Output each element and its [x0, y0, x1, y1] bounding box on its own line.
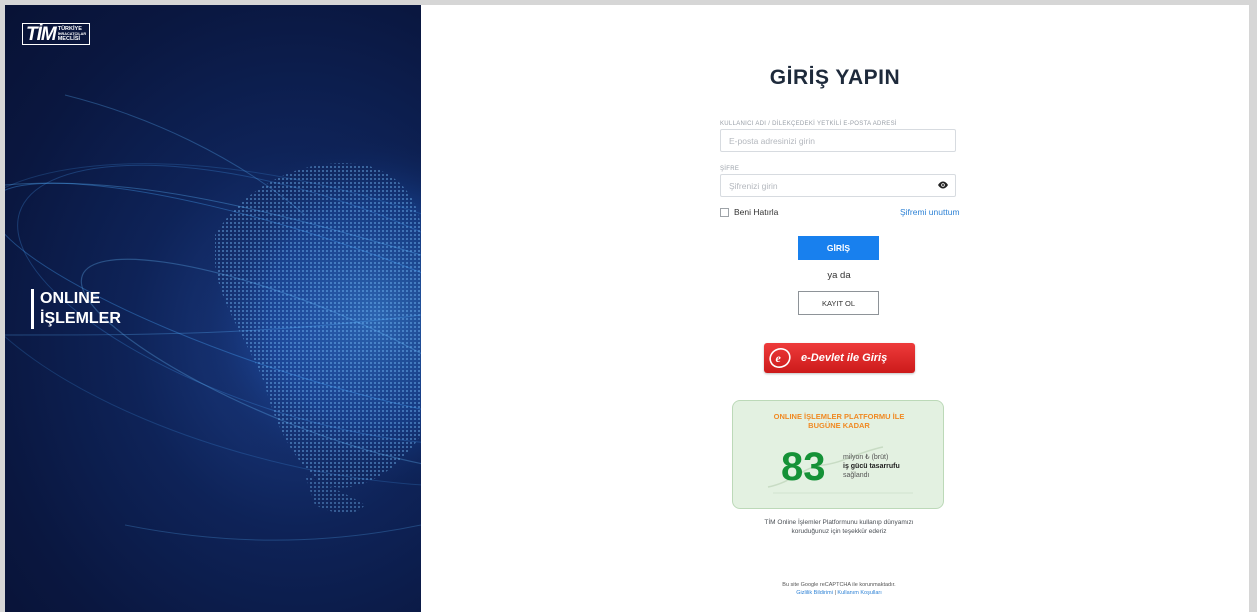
thanks-line-1: TİM Online İşlemler Platformunu kullanıp… [764, 519, 914, 526]
thanks-line-2: koruduğunuz için teşekkür ederiz [791, 528, 887, 535]
register-button[interactable]: KAYIT OL [798, 291, 879, 315]
logo-line-3: MECLİSİ [57, 36, 81, 43]
edevlet-login-button[interactable]: e e-Devlet ile Giriş [764, 343, 915, 373]
edevlet-label: e-Devlet ile Giriş [801, 352, 888, 364]
or-divider: ya da [827, 270, 851, 281]
title-line-2: İŞLEMLER [40, 310, 121, 327]
password-label: ŞİFRE [720, 166, 740, 172]
remember-label: Beni Hatırla [734, 207, 779, 217]
recaptcha-text: Bu site Google reCAPTCHA ile korunmaktad… [782, 582, 896, 588]
forgot-password-link[interactable]: Şifremi unuttum [900, 207, 960, 217]
stats-description: milyon ₺ (brüt) iş gücü tasarrufu sağlan… [843, 453, 900, 480]
logo-subtitle: TÜRKİYE İHRACATÇILAR MECLİSİ [58, 25, 86, 43]
stats-desc-line-2: iş gücü tasarrufu [843, 463, 900, 470]
stats-desc-line-3: sağlandı [843, 472, 870, 479]
title-line-1: ONLINE [40, 290, 101, 307]
stats-title: ONLINE İŞLEMLER PLATFORMU İLE BUGÜNE KAD… [733, 412, 943, 430]
remember-me[interactable]: Beni Hatırla [720, 207, 778, 217]
recaptcha-notice: Bu site Google reCAPTCHA ile korunmaktad… [421, 581, 1257, 597]
logo-mark: TİM [26, 24, 57, 45]
svg-text:e: e [776, 351, 782, 365]
login-button[interactable]: GİRİŞ [798, 236, 879, 260]
thanks-message: TİM Online İşlemler Platformunu kullanıp… [421, 518, 1257, 536]
password-field[interactable] [720, 174, 956, 197]
tim-logo[interactable]: TİM TÜRKİYE İHRACATÇILAR MECLİSİ [22, 23, 91, 45]
stats-title-line-2: BUGÜNE KADAR [808, 421, 870, 430]
stats-title-line-1: ONLINE İŞLEMLER PLATFORMU İLE [773, 412, 905, 421]
online-islemler-title: ONLINE İŞLEMLER [31, 289, 121, 329]
edevlet-logo-icon: e [769, 348, 791, 368]
stats-desc-line-1: milyon ₺ (brüt) [843, 454, 889, 461]
eye-icon[interactable] [937, 180, 949, 190]
brand-panel: TİM TÜRKİYE İHRACATÇILAR MECLİSİ ONLINE … [5, 5, 421, 612]
stats-number: 83 [781, 445, 826, 489]
stats-card: ONLINE İŞLEMLER PLATFORMU İLE BUGÜNE KAD… [732, 400, 944, 509]
privacy-link[interactable]: Gizlilik Bildirimi [796, 590, 833, 596]
login-panel: GİRİŞ YAPIN KULLANICI ADI / DİLEKÇEDEKİ … [421, 5, 1249, 612]
email-label: KULLANICI ADI / DİLEKÇEDEKİ YETKİLİ E-PO… [720, 121, 897, 127]
page-title: GİRİŞ YAPIN [769, 66, 901, 89]
page-frame: TİM TÜRKİYE İHRACATÇILAR MECLİSİ ONLINE … [5, 5, 1249, 612]
remember-checkbox[interactable] [720, 207, 729, 217]
email-field[interactable] [720, 129, 956, 152]
terms-link[interactable]: Kullanım Koşulları [837, 590, 881, 596]
